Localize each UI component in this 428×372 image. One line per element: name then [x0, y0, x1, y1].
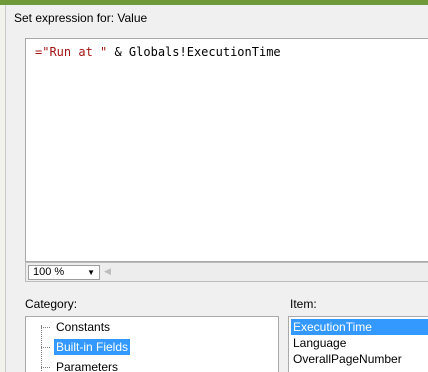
tree-branch	[41, 347, 50, 348]
tree-item-label: Built-in Fields	[54, 339, 131, 355]
editor-statusbar: 100 % ▼ ◀	[25, 262, 428, 282]
expression-string: ="Run at "	[35, 45, 108, 59]
zoom-value: 100 %	[33, 266, 65, 278]
expression-code[interactable]: ="Run at " & Globals!ExecutionTime	[35, 45, 281, 59]
zoom-select[interactable]: 100 % ▼	[28, 265, 100, 280]
chevron-down-icon[interactable]: ▼	[87, 266, 95, 279]
list-item-overallpagenumber[interactable]: OverallPageNumber	[291, 351, 404, 367]
tree-item-label: Constants	[56, 320, 111, 334]
list-item-language[interactable]: Language	[291, 335, 348, 351]
expression-label: Set expression for: Value	[14, 11, 148, 25]
expression-rest: & Globals!ExecutionTime	[107, 45, 281, 59]
scroll-left-icon[interactable]: ◀	[104, 266, 111, 277]
category-tree[interactable]: Constants Built-in Fields Parameters	[25, 316, 279, 372]
tree-item-label: Parameters	[56, 360, 119, 372]
expression-editor[interactable]: ="Run at " & Globals!ExecutionTime	[25, 38, 428, 262]
tree-item-parameters[interactable]: Parameters	[26, 359, 278, 372]
tree-branch	[41, 327, 50, 328]
tree-item-built-in-fields[interactable]: Built-in Fields	[26, 339, 278, 355]
item-label: Item:	[290, 297, 317, 311]
list-item-executiontime[interactable]: ExecutionTime	[291, 319, 428, 335]
category-label: Category:	[25, 297, 78, 311]
tree-branch	[41, 367, 50, 368]
item-list[interactable]: ExecutionTime Language OverallPageNumber	[288, 316, 428, 372]
tree-item-constants[interactable]: Constants	[26, 319, 278, 335]
